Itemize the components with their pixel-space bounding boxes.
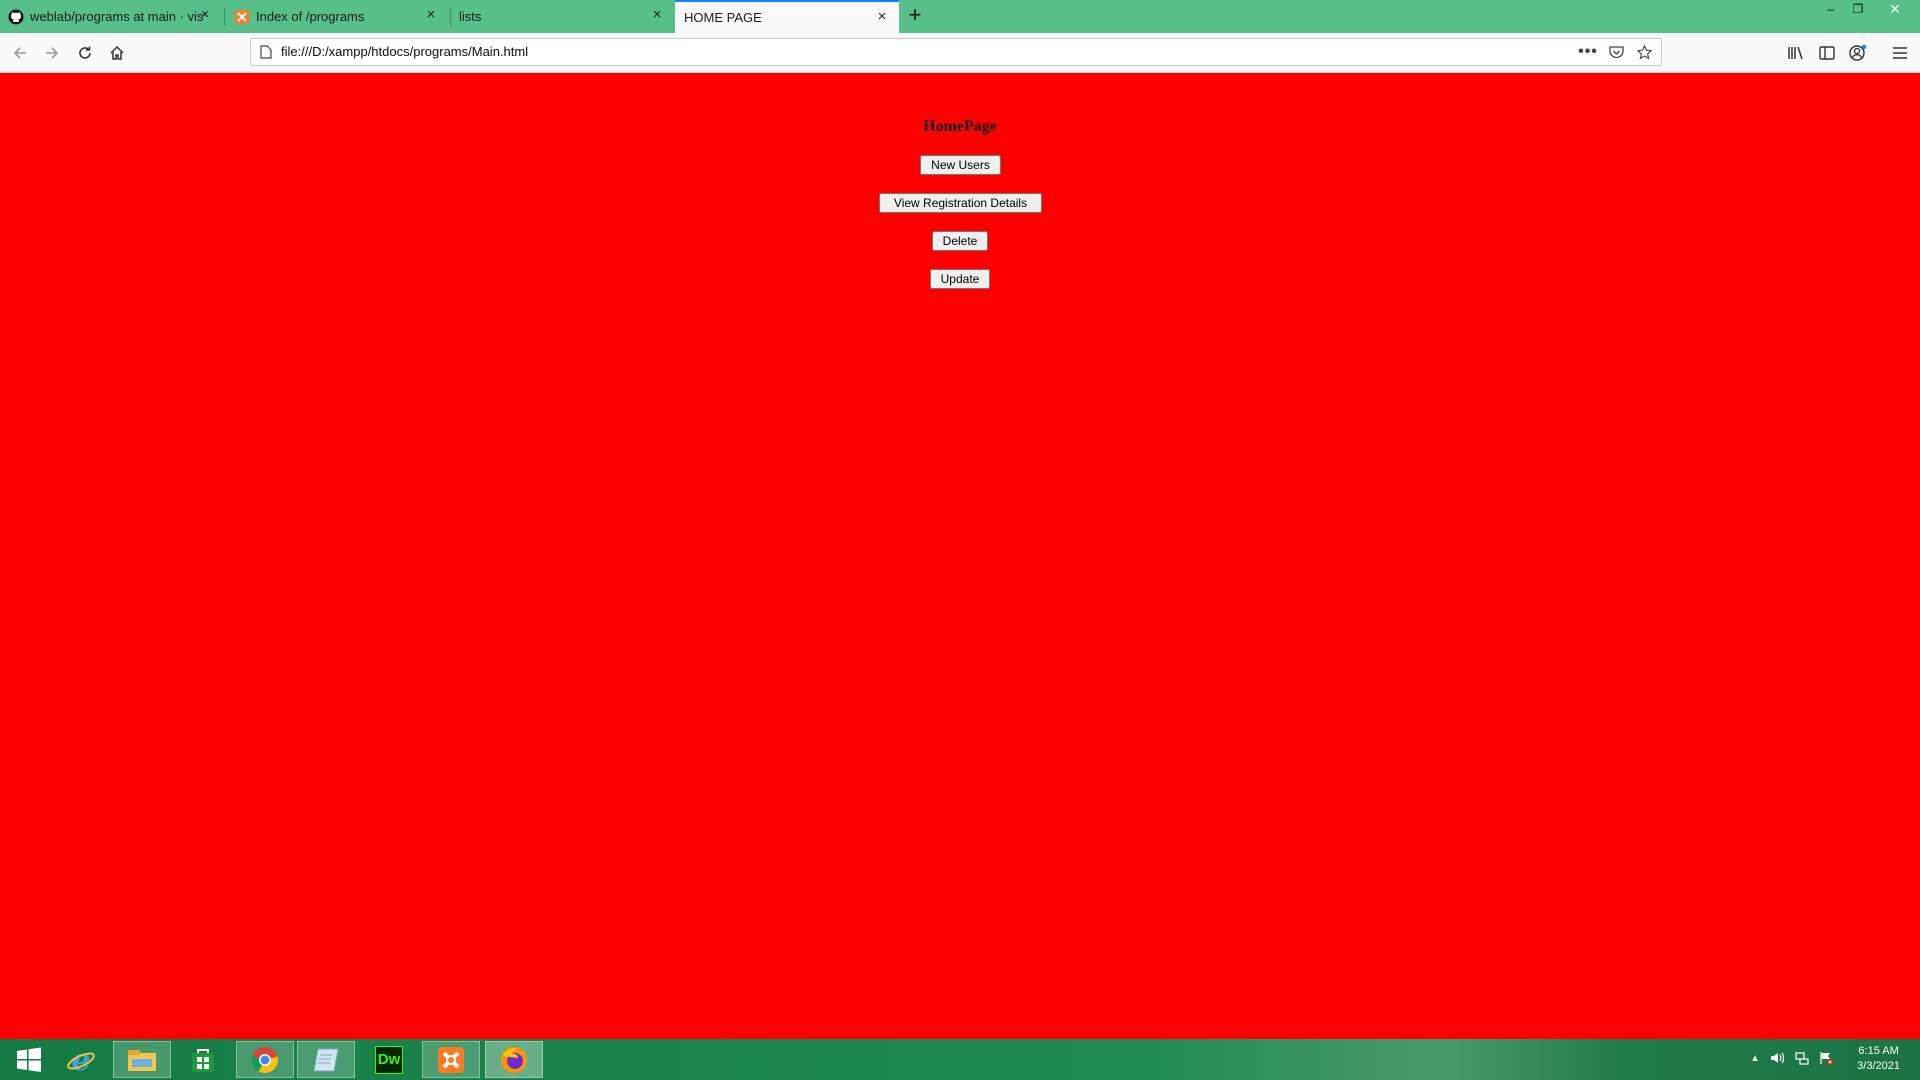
- system-clock[interactable]: 6:15 AM 3/3/2021: [1857, 1044, 1900, 1074]
- new-tab-button[interactable]: +: [903, 4, 927, 28]
- action-center-flag-icon[interactable]: [1819, 1051, 1833, 1067]
- page-icon: [257, 43, 275, 61]
- store-icon[interactable]: [174, 1041, 232, 1078]
- tab-home-page[interactable]: HOME PAGE ×: [675, 0, 899, 33]
- tab-index-of-programs[interactable]: Index of /programs ×: [226, 0, 448, 33]
- close-window-icon[interactable]: ✕: [1880, 0, 1910, 20]
- firefox-icon[interactable]: [485, 1041, 543, 1078]
- new-users-button[interactable]: New Users: [920, 155, 1001, 175]
- view-registration-details-button[interactable]: View Registration Details: [879, 193, 1042, 213]
- account-icon[interactable]: [1846, 41, 1870, 65]
- page-actions-icon[interactable]: •••: [1578, 43, 1597, 61]
- delete-button[interactable]: Delete: [932, 231, 988, 251]
- tab-separator: [224, 8, 225, 26]
- library-icon[interactable]: [1784, 41, 1808, 65]
- tab-title: HOME PAGE: [684, 10, 762, 25]
- xampp-icon: [234, 9, 250, 25]
- show-hidden-icons-icon[interactable]: ▴: [1748, 1051, 1762, 1067]
- clock-time: 6:15 AM: [1858, 1045, 1899, 1057]
- file-explorer-icon[interactable]: [113, 1041, 171, 1078]
- forward-button[interactable]: [40, 41, 64, 65]
- minimize-icon[interactable]: –: [1816, 0, 1846, 20]
- close-tab-icon[interactable]: ×: [875, 9, 889, 24]
- tab-lists[interactable]: lists ×: [452, 0, 674, 33]
- dreamweaver-icon[interactable]: Dw: [360, 1041, 418, 1078]
- reload-button[interactable]: [73, 41, 97, 65]
- page-title: HomePage: [923, 118, 997, 135]
- forward-arrow-icon: [46, 47, 59, 59]
- sidebar-icon[interactable]: [1815, 41, 1839, 65]
- tab-title: weblab/programs at main · vis: [30, 9, 204, 24]
- page-content: HomePage New Users View Registration Det…: [0, 73, 1920, 1039]
- address-bar[interactable]: file:///D:/xampp/htdocs/programs/Main.ht…: [250, 38, 1662, 66]
- menu-icon[interactable]: [1888, 41, 1912, 65]
- navigation-toolbar: file:///D:/xampp/htdocs/programs/Main.ht…: [0, 33, 1920, 73]
- github-icon: [8, 9, 24, 25]
- home-icon: [110, 45, 124, 60]
- bookmark-star-icon[interactable]: [1635, 43, 1653, 61]
- tab-title: Index of /programs: [256, 9, 365, 24]
- close-tab-icon[interactable]: ×: [198, 7, 212, 22]
- tab-title: lists: [459, 9, 482, 24]
- restore-icon[interactable]: ❐: [1843, 0, 1873, 20]
- close-tab-icon[interactable]: ×: [424, 7, 438, 22]
- network-icon[interactable]: [1795, 1051, 1809, 1067]
- internet-explorer-icon[interactable]: e: [52, 1041, 110, 1078]
- update-button[interactable]: Update: [930, 269, 990, 289]
- reload-icon: [79, 46, 91, 59]
- tab-github[interactable]: weblab/programs at main · vis ×: [0, 0, 222, 33]
- tab-bar: weblab/programs at main · vis × Index of…: [0, 0, 1920, 33]
- app-icon[interactable]: [297, 1041, 355, 1078]
- back-button[interactable]: [8, 41, 32, 65]
- start-icon[interactable]: [0, 1041, 58, 1078]
- tab-separator: [450, 8, 451, 26]
- url-text: file:///D:/xampp/htdocs/programs/Main.ht…: [281, 44, 529, 59]
- pocket-icon[interactable]: [1607, 43, 1625, 61]
- xampp-icon[interactable]: [422, 1041, 480, 1078]
- close-tab-icon[interactable]: ×: [650, 7, 664, 22]
- volume-icon[interactable]: [1770, 1051, 1785, 1067]
- back-arrow-icon: [13, 47, 26, 59]
- clock-date: 3/3/2021: [1857, 1060, 1900, 1072]
- home-button[interactable]: [105, 41, 129, 65]
- dreamweaver-label: Dw: [375, 1045, 403, 1074]
- taskbar: e Dw ▴ 6:15 AM 3/3/2021: [0, 1039, 1920, 1080]
- chrome-icon[interactable]: [236, 1041, 294, 1078]
